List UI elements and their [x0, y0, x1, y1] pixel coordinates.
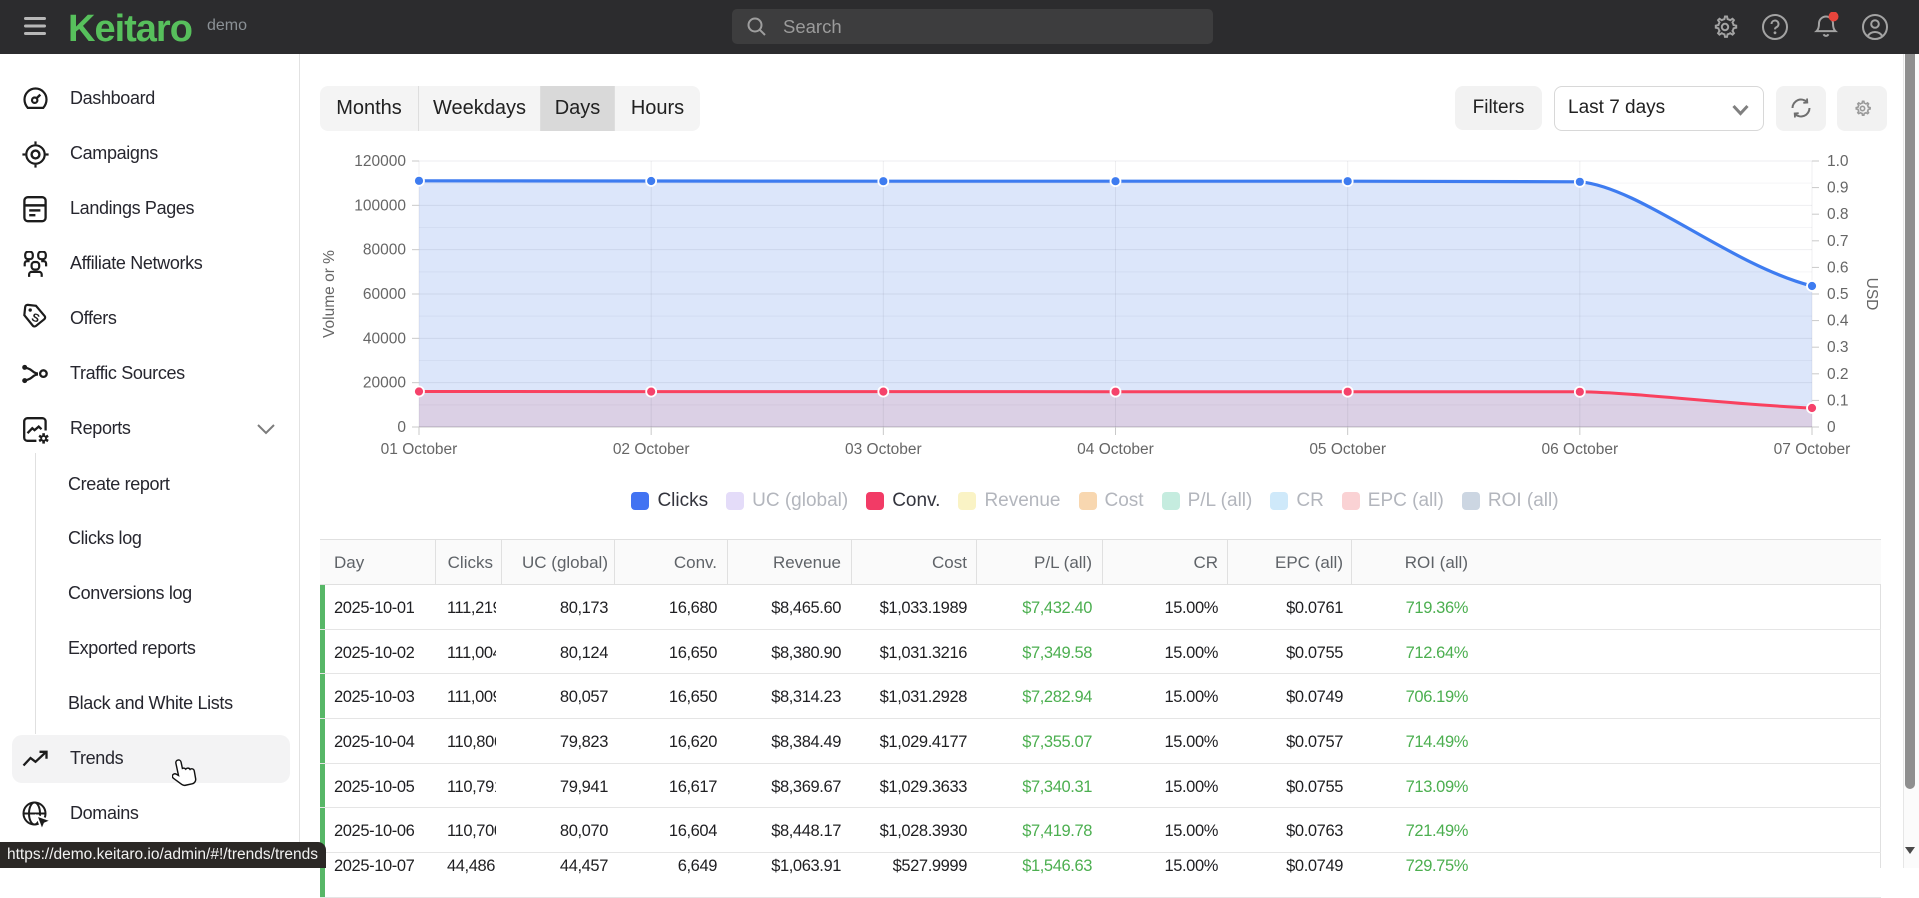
svg-text:20000: 20000	[363, 375, 406, 392]
svg-text:0.7: 0.7	[1827, 233, 1849, 250]
svg-text:0: 0	[1827, 419, 1836, 436]
svg-text:05 October: 05 October	[1309, 441, 1386, 458]
svg-text:120000: 120000	[354, 153, 406, 170]
svg-text:0.6: 0.6	[1827, 259, 1849, 276]
svg-text:0.9: 0.9	[1827, 180, 1849, 197]
svg-text:07 October: 07 October	[1774, 441, 1851, 458]
svg-text:0: 0	[397, 419, 406, 436]
svg-text:06 October: 06 October	[1541, 441, 1618, 458]
svg-text:0.3: 0.3	[1827, 339, 1849, 356]
svg-text:02 October: 02 October	[613, 441, 690, 458]
svg-text:0.8: 0.8	[1827, 206, 1849, 223]
svg-text:01 October: 01 October	[381, 441, 458, 458]
svg-text:0.5: 0.5	[1827, 286, 1849, 303]
svg-text:40000: 40000	[363, 330, 406, 347]
svg-text:USD: USD	[1863, 278, 1880, 311]
svg-text:60000: 60000	[363, 286, 406, 303]
svg-text:0.4: 0.4	[1827, 313, 1849, 330]
svg-text:0.2: 0.2	[1827, 366, 1849, 383]
svg-text:100000: 100000	[354, 197, 406, 214]
svg-text:1.0: 1.0	[1827, 153, 1849, 170]
svg-text:04 October: 04 October	[1077, 441, 1154, 458]
svg-text:03 October: 03 October	[845, 441, 922, 458]
svg-text:80000: 80000	[363, 242, 406, 259]
svg-text:0.1: 0.1	[1827, 392, 1849, 409]
svg-text:Volume or %: Volume or %	[321, 250, 338, 338]
